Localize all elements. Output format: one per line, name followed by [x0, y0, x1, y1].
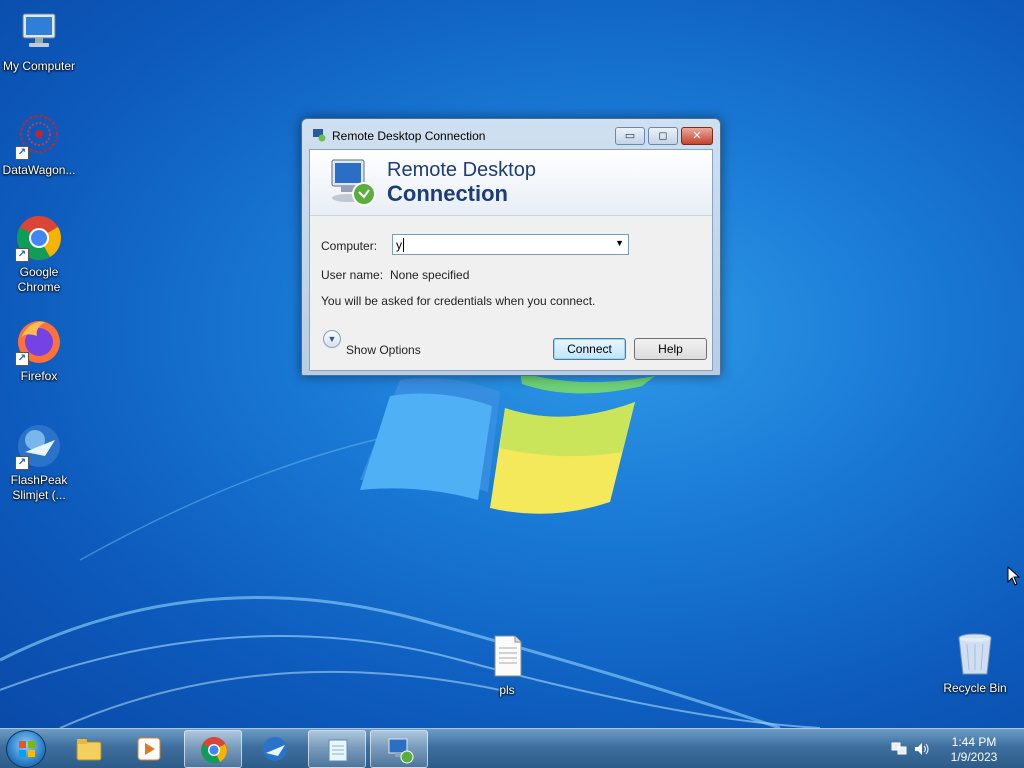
username-label: User name:	[321, 268, 384, 282]
window-title: Remote Desktop Connection	[332, 129, 486, 143]
folder-icon	[76, 739, 102, 761]
minimize-button[interactable]: ▭	[615, 127, 645, 145]
desktop-icon-datawagon[interactable]: ↗ DataWagon...	[0, 112, 79, 178]
maximize-button[interactable]: ◻	[648, 127, 678, 145]
slimjet-icon	[263, 737, 287, 761]
window-client-area: Remote Desktop Connection Computer: y ▼ …	[309, 149, 713, 371]
computer-input-value[interactable]: y	[396, 238, 402, 252]
slimjet-icon: ↗	[15, 422, 63, 470]
chrome-icon: ↗	[15, 214, 63, 262]
banner-title-line1: Remote Desktop	[387, 159, 536, 181]
clock-date: 1/9/2023	[950, 750, 998, 764]
rdc-app-icon	[313, 129, 326, 142]
desktop-icon-my-computer[interactable]: My Computer	[0, 8, 79, 74]
taskbar-slimjet[interactable]	[246, 730, 304, 768]
computer-combobox[interactable]: y ▼	[392, 234, 629, 255]
text-caret	[403, 238, 404, 252]
desktop-icon-google-chrome[interactable]: ↗ Google Chrome	[0, 214, 79, 295]
media-player-icon	[137, 737, 161, 761]
remote-desktop-icon	[331, 159, 376, 206]
taskbar-notepad[interactable]	[308, 730, 366, 768]
credentials-info-text: You will be asked for credentials when y…	[321, 294, 596, 308]
shortcut-arrow-icon: ↗	[15, 146, 29, 160]
taskbar-explorer[interactable]	[60, 730, 118, 768]
taskbar-clock[interactable]: 1:44 PM 1/9/2023	[935, 735, 1013, 765]
username-value: None specified	[390, 268, 470, 282]
text-file-icon	[483, 632, 531, 680]
desktop-icon-label: DataWagon...	[2, 163, 76, 177]
shortcut-arrow-icon: ↗	[15, 456, 29, 470]
computer-label: Computer:	[321, 239, 378, 253]
help-button[interactable]: Help	[634, 338, 707, 360]
datawagon-icon: ↗	[15, 112, 63, 160]
taskbar-remote-desktop[interactable]	[370, 730, 428, 768]
remote-desktop-icon	[388, 738, 414, 764]
shortcut-arrow-icon: ↗	[15, 352, 29, 366]
desktop-icon-label: FlashPeak Slimjet (...	[10, 473, 68, 502]
desktop-icon-label: Google Chrome	[17, 265, 61, 294]
start-button[interactable]	[6, 730, 46, 768]
desktop-icon-label: Firefox	[20, 369, 58, 383]
taskbar-google-chrome[interactable]	[184, 730, 242, 768]
show-options-link[interactable]: Show Options	[346, 343, 421, 357]
shortcut-arrow-icon: ↗	[15, 248, 29, 262]
windows-logo	[360, 372, 655, 514]
remote-desktop-window: Remote Desktop Connection ▭ ◻ ✕ Remote D…	[301, 118, 721, 376]
taskbar-media-player[interactable]	[120, 730, 178, 768]
connect-button[interactable]: Connect	[553, 338, 626, 360]
desktop: My Computer ↗ DataWagon... ↗ Google Chro…	[0, 0, 1024, 728]
dropdown-arrow-icon[interactable]: ▼	[615, 238, 624, 248]
desktop-icon-firefox[interactable]: ↗ Firefox	[0, 318, 79, 384]
chrome-icon	[201, 737, 227, 764]
rdc-banner: Remote Desktop Connection	[310, 150, 712, 216]
desktop-icon-recycle-bin[interactable]: Recycle Bin	[935, 630, 1015, 696]
network-icon[interactable]	[891, 742, 907, 756]
banner-title-line2: Connection	[387, 181, 508, 206]
close-button[interactable]: ✕	[681, 127, 713, 145]
clock-time: 1:44 PM	[951, 735, 997, 749]
recycle-bin-icon	[951, 630, 999, 678]
mouse-cursor-icon	[1007, 566, 1021, 586]
desktop-icon-label: Recycle Bin	[943, 681, 1007, 695]
volume-icon[interactable]	[914, 742, 930, 756]
desktop-icon-label: pls	[499, 683, 515, 697]
taskbar: 1:44 PM 1/9/2023	[0, 728, 1024, 768]
desktop-icon-label: My Computer	[2, 59, 76, 73]
computer-icon	[15, 8, 63, 56]
notepad-icon	[328, 739, 348, 762]
firefox-icon: ↗	[15, 318, 63, 366]
desktop-icon-pls[interactable]: pls	[467, 632, 547, 698]
windows-start-icon	[19, 741, 35, 757]
window-titlebar[interactable]: Remote Desktop Connection ▭ ◻ ✕	[302, 119, 720, 149]
desktop-icon-slimjet[interactable]: ↗ FlashPeak Slimjet (...	[0, 422, 79, 503]
show-options-expand-icon[interactable]: ▼	[323, 330, 341, 348]
